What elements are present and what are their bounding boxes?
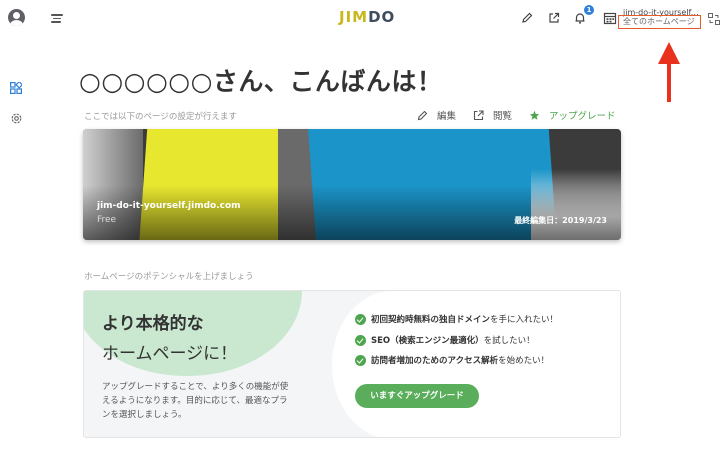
pencil-icon [417, 110, 428, 120]
upgrade-label: アップグレード [549, 111, 616, 122]
site-card[interactable]: jim-do-it-yourself.jimdo.com Free 最終編集日：… [83, 129, 621, 240]
all-pages-link[interactable]: 全てのホームページ [618, 15, 701, 29]
view-label: 閲覧 [493, 111, 513, 122]
site-domain: jim-do-it-yourself.jimdo.com [97, 201, 241, 211]
check-icon [355, 334, 366, 346]
settings-subtext: ここでは以下のページの設定が行えます [84, 112, 237, 122]
site-plan: Free [97, 215, 117, 225]
external-link-icon[interactable] [547, 11, 561, 25]
pencil-icon[interactable] [520, 11, 534, 25]
view-action[interactable]: 閲覧 [473, 108, 512, 122]
switch-site-icon[interactable] [707, 12, 721, 26]
left-rail [0, 0, 34, 455]
annotation-arrow-shaft [667, 62, 671, 102]
potential-label: ホームページのポテンシャルを上げましょう [84, 272, 254, 282]
check-icon [355, 354, 366, 366]
upgrade-action[interactable]: アップグレード [529, 108, 616, 122]
greeting-heading: ○○○○○○さん、こんばんは！ [79, 67, 443, 96]
feature-item: 初回契約時無料の独自ドメイン を手に入れたい！ [355, 313, 558, 325]
settings-gear-icon[interactable] [10, 112, 23, 125]
external-link-icon [473, 109, 484, 120]
promo-description: アップグレードすることで、より多くの機能が使えるようになります。目的に応じて、最… [102, 382, 289, 420]
check-icon [355, 313, 366, 325]
promo-title-line1: より本格的な [102, 314, 204, 334]
edit-action[interactable]: 編集 [417, 108, 456, 122]
feature-item: 訪問者増加のためのアクセス解析 を始めたい！ [355, 354, 549, 366]
last-edited-date: 最終編集日：2019/3/23 [514, 216, 607, 225]
menu-icon[interactable] [51, 13, 63, 23]
edit-label: 編集 [437, 111, 457, 122]
site-calendar-icon[interactable] [603, 11, 617, 25]
user-avatar-icon[interactable] [8, 9, 25, 26]
notification-badge: 1 [584, 5, 594, 15]
promo-title-line2: ホームページに！ [102, 344, 238, 364]
jimdo-logo[interactable]: JIMDO [339, 8, 395, 26]
upgrade-promo-panel: より本格的な ホームページに！ アップグレードすることで、より多くの機能が使える… [83, 290, 621, 438]
upgrade-now-button[interactable]: いますぐアップグレード [355, 384, 479, 408]
annotation-arrow-head [658, 42, 680, 64]
upgrade-star-icon [529, 110, 540, 120]
feature-item: SEO（検索エンジン最適化） を試したい！ [355, 334, 535, 346]
dashboard-icon[interactable] [10, 82, 22, 94]
